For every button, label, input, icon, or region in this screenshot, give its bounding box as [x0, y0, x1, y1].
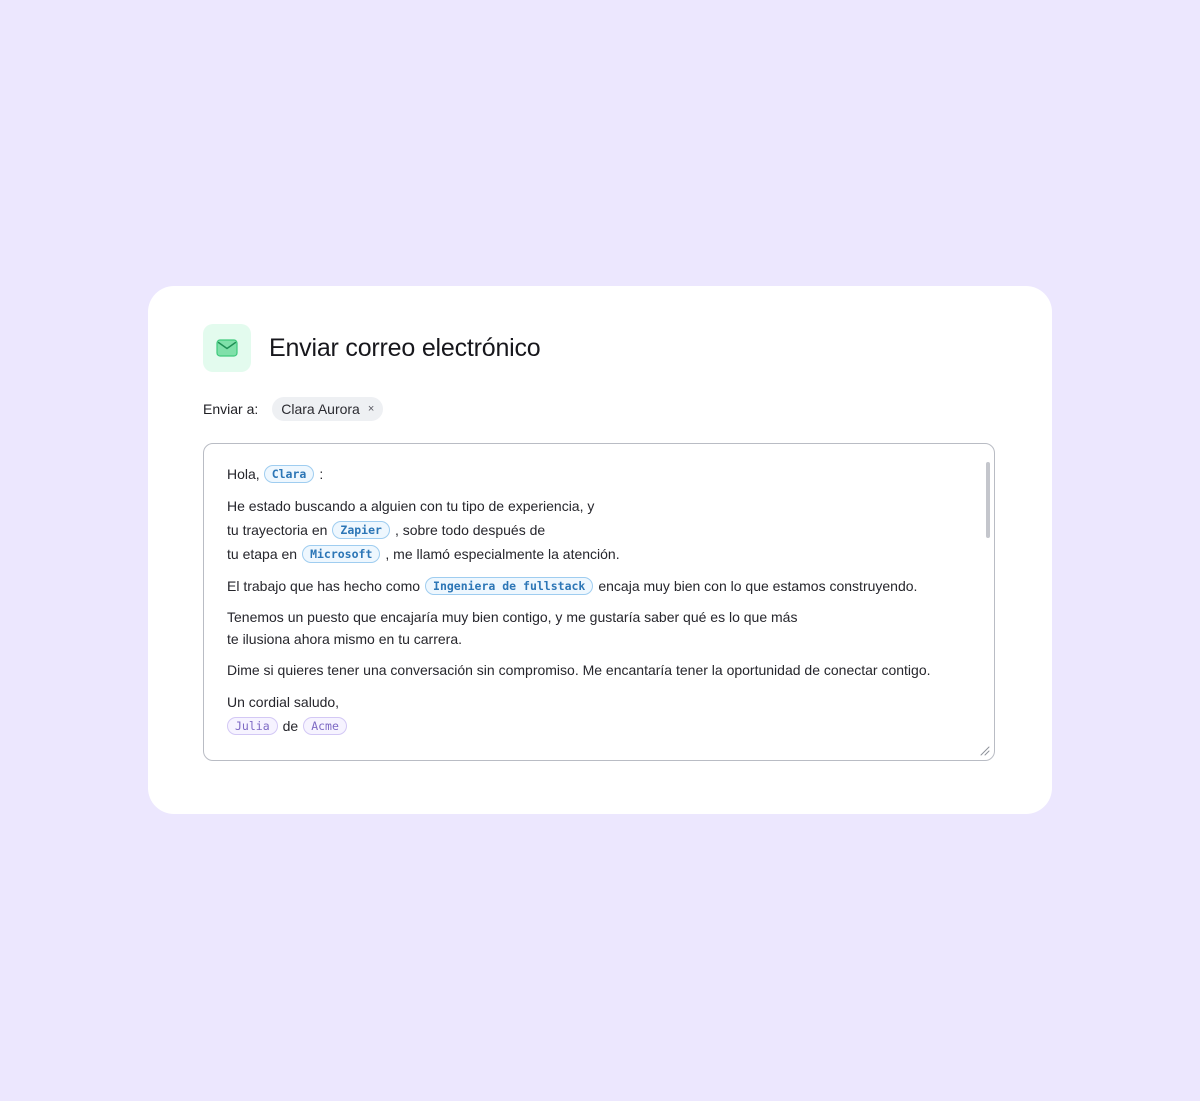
recipient-label: Enviar a:: [203, 401, 259, 417]
paragraph-text: tu trayectoria en: [227, 522, 328, 538]
paragraph-1-line-3: tu etapa en Microsoft , me llamó especia…: [227, 542, 968, 566]
paragraph-3-line-2: te ilusiona ahora mismo en tu carrera.: [227, 628, 968, 650]
paragraph-text: Dime si quieres tener una conversación s…: [227, 662, 931, 678]
paragraph-4: Dime si quieres tener una conversación s…: [227, 658, 968, 682]
message-body[interactable]: Hola, Clara : He estado buscando a algui…: [227, 462, 968, 738]
variable-sender-name[interactable]: Julia: [227, 717, 278, 735]
paragraph-1-line-1: He estado buscando a alguien con tu tipo…: [227, 494, 968, 518]
resize-handle-icon[interactable]: [978, 744, 990, 756]
paragraph-text: encaja muy bien con lo que estamos const…: [598, 578, 918, 594]
paragraph-2: El trabajo que has hecho como Ingeniera …: [227, 574, 968, 598]
remove-recipient-button[interactable]: ×: [368, 403, 374, 415]
greeting-colon: :: [319, 466, 324, 482]
greeting-text: Hola,: [227, 466, 260, 482]
paragraph-text: tu etapa en: [227, 546, 298, 562]
recipient-chip[interactable]: Clara Aurora ×: [272, 397, 384, 421]
send-email-dialog: Enviar correo electrónico Enviar a: Clar…: [148, 286, 1052, 814]
editor-scrollbar[interactable]: [986, 462, 990, 538]
paragraph-text: He estado buscando a alguien con tu tipo…: [227, 498, 595, 514]
dialog-title: Enviar correo electrónico: [269, 333, 541, 362]
variable-company-2[interactable]: Microsoft: [302, 545, 381, 563]
paragraph-3-line-1: Tenemos un puesto que encajaría muy bien…: [227, 606, 968, 628]
greeting-line: Hola, Clara :: [227, 462, 968, 486]
variable-job-title[interactable]: Ingeniera de fullstack: [425, 577, 594, 595]
signature-text: de: [282, 718, 299, 734]
paragraph-text: El trabajo que has hecho como: [227, 578, 421, 594]
paragraph-text: , sobre todo después de: [394, 522, 546, 538]
recipient-row: Enviar a: Clara Aurora ×: [203, 397, 384, 421]
recipient-name: Clara Aurora: [281, 401, 360, 417]
variable-sender-company[interactable]: Acme: [303, 717, 347, 735]
variable-company-1[interactable]: Zapier: [332, 521, 390, 539]
mail-icon: [203, 324, 251, 372]
variable-first-name[interactable]: Clara: [263, 465, 315, 483]
message-editor[interactable]: Hola, Clara : He estado buscando a algui…: [203, 443, 995, 761]
paragraph-text: te ilusiona ahora mismo en tu carrera.: [227, 631, 462, 647]
paragraph-text: Tenemos un puesto que encajaría muy bien…: [227, 609, 798, 625]
closing-text: Un cordial saludo,: [227, 694, 340, 710]
signature-line: Julia de Acme: [227, 714, 968, 738]
closing-line: Un cordial saludo,: [227, 690, 968, 714]
dialog-header: Enviar correo electrónico: [203, 324, 541, 372]
paragraph-text: , me llamó especialmente la atención.: [385, 546, 620, 562]
paragraph-1-line-2: tu trayectoria en Zapier , sobre todo de…: [227, 518, 968, 542]
